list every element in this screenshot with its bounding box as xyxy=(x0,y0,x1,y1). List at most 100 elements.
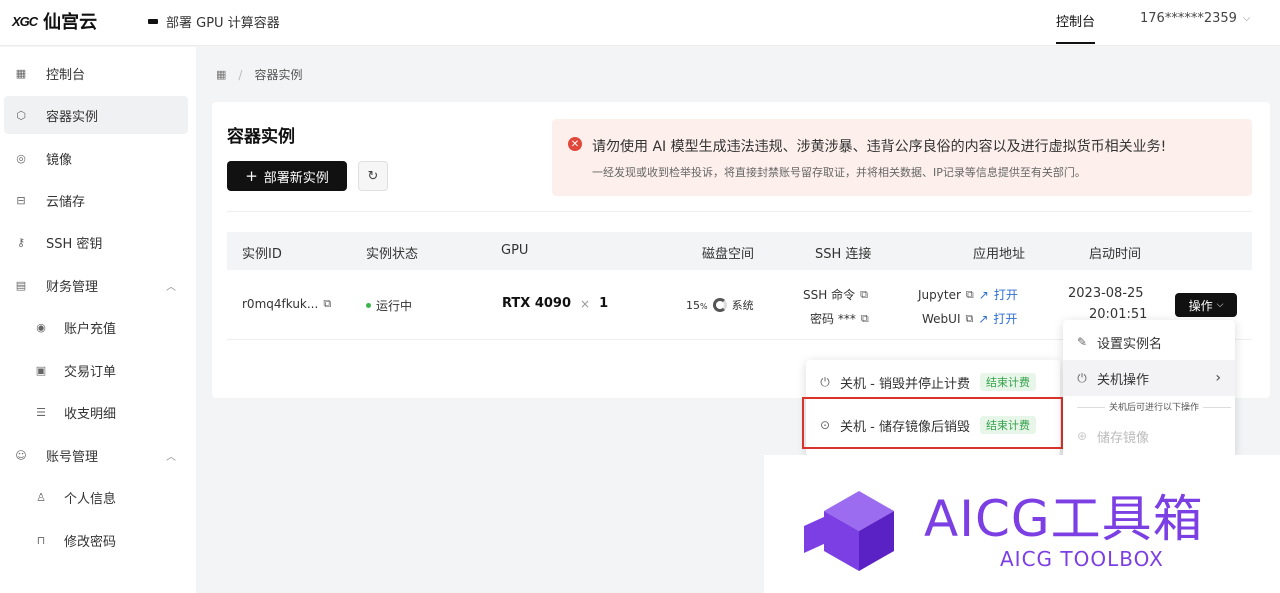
menu-item-label: 设置实例名 xyxy=(1097,336,1163,352)
sidebar-item-label: 交易订单 xyxy=(64,364,117,380)
chevron-up-icon: ︿ xyxy=(166,281,176,293)
sidebar-item-ssh-keys[interactable]: ⚷ SSH 密钥 xyxy=(4,223,188,261)
sidebar-item-storage[interactable]: ⊟ 云储存 xyxy=(4,181,188,219)
set-instance-name-item[interactable]: ✎ 设置实例名 xyxy=(1063,324,1235,360)
column-header: 启动时间 xyxy=(1089,247,1142,262)
sidebar-item-label: 收支明细 xyxy=(64,406,117,422)
divider xyxy=(227,211,1252,212)
gpu-model: RTX 4090 xyxy=(502,296,572,311)
ssh-command[interactable]: SSH 命令 ⧉ xyxy=(803,286,868,303)
sidebar-item-change-password[interactable]: ⊓ 修改密码 xyxy=(4,521,188,559)
refresh-button[interactable]: ↻ xyxy=(358,161,388,191)
sidebar-item-label: 个人信息 xyxy=(64,491,117,507)
grid-icon: ▦ xyxy=(15,66,27,80)
sidebar-item-label: 财务管理 xyxy=(46,279,99,295)
user-phone: 176******2359 xyxy=(1140,11,1237,26)
chevron-right-icon: › xyxy=(1215,370,1221,386)
power-icon: ⏻ xyxy=(1077,370,1087,385)
copy-icon[interactable]: ⧉ xyxy=(966,288,974,302)
external-link-icon[interactable]: ↗ xyxy=(979,288,989,302)
grid-icon[interactable]: ▦ xyxy=(216,68,226,81)
warning-alert: ✕ 请勿使用 AI 模型生成违法违规、涉黄涉暴、违背公序良俗的内容以及进行虚拟货… xyxy=(552,119,1252,196)
copy-icon[interactable]: ⧉ xyxy=(323,297,331,311)
app-name: Jupyter xyxy=(918,287,961,302)
page-title: 容器实例 xyxy=(227,127,295,147)
copy-icon[interactable]: ⧉ xyxy=(860,288,868,302)
sidebar-item-recharge[interactable]: ◉ 账户充值 xyxy=(4,308,188,346)
sidebar-item-instances[interactable]: ⬡ 容器实例 xyxy=(4,96,188,134)
save-image-icon: ⊕ xyxy=(1076,429,1088,443)
disk-usage-ring-icon xyxy=(712,298,727,312)
column-header: SSH 连接 xyxy=(815,247,872,262)
deploy-new-instance-button[interactable]: + 部署新实例 xyxy=(227,161,347,191)
logo-mark: XGC xyxy=(12,13,38,29)
sidebar-item-label: SSH 密钥 xyxy=(46,236,103,252)
top-bar: XGC 仙宫云 部署 GPU 计算容器 控制台 176******2359 ⌵ xyxy=(0,0,1280,46)
order-icon: ▣ xyxy=(35,363,47,377)
sidebar-item-account[interactable]: ☺ 账号管理 ︿ xyxy=(4,436,188,474)
menu-item-label: 关机 - 销毁并停止计费 xyxy=(840,376,970,392)
deploy-gpu-label: 部署 GPU 计算容器 xyxy=(166,16,280,31)
logo[interactable]: XGC 仙宫云 xyxy=(12,8,97,34)
multiply-icon: × xyxy=(580,296,591,311)
external-link-icon[interactable]: ↗ xyxy=(978,312,988,326)
operations-button[interactable]: 操作 ⌵ xyxy=(1175,293,1237,317)
sidebar-item-label: 账号管理 xyxy=(46,449,99,465)
ssh-password[interactable]: 密码 *** ⧉ xyxy=(810,310,869,327)
shutdown-operations-item[interactable]: ⏻ 关机操作 › xyxy=(1063,360,1235,396)
menu-item-label: 储存镜像 xyxy=(1097,430,1150,446)
sidebar-item-label: 容器实例 xyxy=(46,109,99,125)
user-menu[interactable]: 176******2359 ⌵ xyxy=(1140,11,1251,26)
save-image-item[interactable]: ⊕ 储存镜像 xyxy=(1063,418,1235,454)
alert-subtitle: 一经发现或收到检举投诉，将直接封禁账号留存取证，并将相关数据、IP记录等信息提供… xyxy=(592,166,1086,179)
open-link[interactable]: 打开 xyxy=(994,286,1018,303)
shutdown-destroy-item[interactable]: ⏻ 关机 - 销毁并停止计费 结束计费 xyxy=(806,364,1060,400)
sidebar-item-transactions[interactable]: ☰ 收支明细 xyxy=(4,393,188,431)
error-icon: ✕ xyxy=(568,137,582,151)
ssh-password-label: 密码 *** xyxy=(810,312,856,326)
column-header: GPU xyxy=(501,243,529,258)
sidebar-item-label: 修改密码 xyxy=(64,534,117,550)
chevron-down-icon: ⌵ xyxy=(1242,13,1251,24)
cube-icon: ⬡ xyxy=(16,108,26,122)
refresh-icon: ↻ xyxy=(367,168,379,184)
recharge-icon: ◉ xyxy=(36,320,46,334)
billing-end-tag: 结束计费 xyxy=(979,373,1036,391)
storage-icon: ⊟ xyxy=(16,193,26,207)
instance-id: r0mq4fkuk... xyxy=(242,297,319,311)
breadcrumb-current: 容器实例 xyxy=(254,68,303,82)
sidebar-item-profile[interactable]: ♙ 个人信息 xyxy=(4,478,188,516)
watermark: AICG工具箱 AICG TOOLBOX xyxy=(764,455,1280,593)
copy-icon[interactable]: ⧉ xyxy=(861,312,869,326)
instance-id-cell: r0mq4fkuk... ⧉ xyxy=(242,297,331,311)
disc-icon: ◎ xyxy=(16,151,26,165)
sidebar-item-images[interactable]: ◎ 镜像 xyxy=(4,139,188,177)
aicg-logo-icon xyxy=(804,491,894,571)
lock-icon: ⊓ xyxy=(36,533,46,547)
account-icon: ☺ xyxy=(15,448,27,462)
edit-icon: ✎ xyxy=(1076,335,1088,349)
disk-percent: 15% xyxy=(686,298,708,312)
breadcrumb-separator: / xyxy=(238,67,243,82)
sidebar-item-console[interactable]: ▦ 控制台 xyxy=(4,54,188,92)
status-cell: 运行中 xyxy=(366,297,412,314)
disk-label: 系统 xyxy=(731,299,754,312)
operations-label: 操作 xyxy=(1188,298,1213,313)
sidebar-item-orders[interactable]: ▣ 交易订单 xyxy=(4,351,188,389)
sidebar: ▦ 控制台 ⬡ 容器实例 ◎ 镜像 ⊟ 云储存 ⚷ SSH 密钥 ▤ 财务管理 … xyxy=(0,47,196,593)
console-tab[interactable]: 控制台 xyxy=(1056,11,1096,44)
column-header: 实例ID xyxy=(242,247,282,262)
copy-icon[interactable]: ⧉ xyxy=(965,312,973,326)
gpu-cell: RTX 4090 × 1 xyxy=(502,296,608,311)
deploy-new-instance-label: 部署新实例 xyxy=(263,170,329,186)
user-icon: ♙ xyxy=(36,490,46,504)
disk-cell: 15% 系统 xyxy=(686,297,754,313)
list-icon: ☰ xyxy=(36,405,46,419)
breadcrumb: ▦ / 容器实例 xyxy=(216,66,302,83)
open-link[interactable]: 打开 xyxy=(993,310,1017,327)
sidebar-item-finance[interactable]: ▤ 财务管理 ︿ xyxy=(4,266,188,304)
deploy-gpu-link[interactable]: 部署 GPU 计算容器 xyxy=(148,12,280,31)
menu-item-label: 关机操作 xyxy=(1097,372,1150,388)
table-header: 实例ID 实例状态 GPU 磁盘空间 SSH 连接 应用地址 启动时间 xyxy=(227,232,1252,270)
operations-menu: ✎ 设置实例名 ⏻ 关机操作 › 关机后可进行以下操作 ⊕ 储存镜像 xyxy=(1063,320,1235,460)
